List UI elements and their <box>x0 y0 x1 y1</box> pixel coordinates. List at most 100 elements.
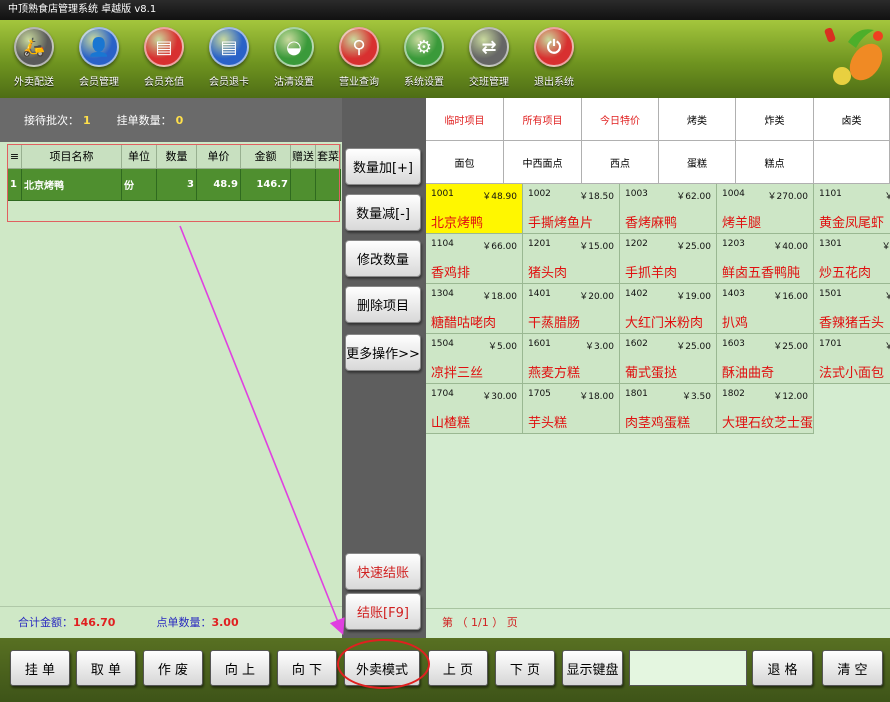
category-tab[interactable]: 所有项目 <box>504 98 582 141</box>
toolbar-button-5[interactable]: ⚲ 营业查询 <box>328 27 390 95</box>
keyboard-input[interactable] <box>629 650 747 686</box>
dish-tile[interactable]: 1002 ￥18.50 手撕烤鱼片 <box>523 184 620 234</box>
dish-tile[interactable]: 1301 ￥7.0 炒五花肉 <box>814 234 890 284</box>
dish-tile[interactable]: 1101 ￥58 黄金凤尾虾 <box>814 184 890 234</box>
dish-tile[interactable]: 1001 ￥48.90 北京烤鸭 <box>426 184 523 234</box>
category-tab[interactable]: 烤类 <box>659 98 736 141</box>
more-ops-button[interactable]: 更多操作>> <box>345 334 421 371</box>
toolbar-button-3[interactable]: ▤ 会员退卡 <box>198 27 260 95</box>
dish-tile[interactable]: 1401 ￥20.00 干蒸腊肠 <box>523 284 620 334</box>
dish-price: ￥3.50 <box>681 392 711 402</box>
dish-code: 1704 <box>431 389 454 399</box>
prev-page-button[interactable]: 上 页 <box>428 650 488 686</box>
toolbar-button-0[interactable]: 🛵 外卖配送 <box>3 27 65 95</box>
backspace-button[interactable]: 退 格 <box>752 650 813 686</box>
magnifier-icon: ⚲ <box>339 27 379 67</box>
toolbar-label: 沽清设置 <box>274 77 314 88</box>
dish-code: 1401 <box>528 289 551 299</box>
qty-plus-button[interactable]: 数量加[+] <box>345 148 421 185</box>
dish-code: 1701 <box>819 339 842 349</box>
dish-tile[interactable]: 1403 ￥16.00 扒鸡 <box>717 284 814 334</box>
dish-tile[interactable]: 1004 ￥270.00 烤羊腿 <box>717 184 814 234</box>
quick-checkout-button[interactable]: 快速结账 <box>345 553 421 590</box>
dish-price: ￥30.00 <box>482 392 517 402</box>
column-header: 项目名称 <box>21 144 122 169</box>
qty-minus-button[interactable]: 数量减[-] <box>345 194 421 231</box>
dish-tile[interactable]: 1801 ￥3.50 肉茎鸡蛋糕 <box>620 384 717 434</box>
toolbar-button-7[interactable]: ⇄ 交班管理 <box>458 27 520 95</box>
category-tab[interactable]: 卤类 <box>814 98 890 141</box>
card-minus-icon: ▤ <box>209 27 249 67</box>
show-keyboard-button[interactable]: 显示键盘 <box>562 650 623 686</box>
dish-tile[interactable]: 1603 ￥25.00 酥油曲奇 <box>717 334 814 384</box>
category-tab[interactable]: 中西面点 <box>504 141 582 184</box>
category-tab[interactable]: 面包 <box>426 141 504 184</box>
dish-code: 1304 <box>431 289 454 299</box>
dish-name: 大理石纹芝士蛋糕 <box>722 416 814 431</box>
dish-tile[interactable]: 1501 ￥29 香辣猪舌头 <box>814 284 890 334</box>
category-tab[interactable] <box>814 141 890 184</box>
dish-tile[interactable]: 1802 ￥12.00 大理石纹芝士蛋糕 <box>717 384 814 434</box>
dish-tile[interactable]: 1705 ￥18.00 芋头糕 <box>523 384 620 434</box>
takeout-mode-button[interactable]: 外卖模式 <box>344 650 420 686</box>
dish-price: ￥5.00 <box>487 342 517 352</box>
next-page-button[interactable]: 下 页 <box>495 650 555 686</box>
toolbar-button-8[interactable]: ⏻ 退出系统 <box>523 27 585 95</box>
edit-qty-button[interactable]: 修改数量 <box>345 240 421 277</box>
checkout-button[interactable]: 结账[F9] <box>345 593 421 630</box>
dish-name: 扒鸡 <box>722 316 749 331</box>
dish-tile[interactable]: 1701 ￥12 法式小面包 <box>814 334 890 384</box>
total-label: 合计金额： <box>18 616 73 629</box>
toolbar-label: 系统设置 <box>404 77 444 88</box>
retrieve-order-button[interactable]: 取 单 <box>76 650 136 686</box>
dish-tile[interactable]: 1104 ￥66.00 香鸡排 <box>426 234 523 284</box>
toolbar-button-2[interactable]: ▤ 会员充值 <box>133 27 195 95</box>
category-tab[interactable]: 糕点 <box>736 141 814 184</box>
move-up-button[interactable]: 向 上 <box>210 650 270 686</box>
dish-tile[interactable]: 1602 ￥25.00 葡式蛋挞 <box>620 334 717 384</box>
dish-tile[interactable]: 1704 ￥30.00 山楂糕 <box>426 384 523 434</box>
column-header: 单位 <box>121 144 157 169</box>
dish-price: ￥66.00 <box>482 242 517 252</box>
dish-price: ￥7.0 <box>881 242 890 252</box>
hold-count-value: 0 <box>175 113 184 127</box>
category-tab[interactable]: 今日特价 <box>582 98 659 141</box>
category-tab[interactable]: 西点 <box>582 141 659 184</box>
category-tab[interactable]: 炸类 <box>736 98 814 141</box>
dish-name: 香辣猪舌头 <box>819 316 885 331</box>
order-table: ≡ 项目名称 单位 数量 单价 金额 赠送 套菜 1 北京烤鸭份 3 48.9 146.7 <box>7 144 341 201</box>
toolbar-label: 会员充值 <box>144 77 184 88</box>
category-tab[interactable]: 蛋糕 <box>659 141 736 184</box>
clear-button[interactable]: 清 空 <box>822 650 883 686</box>
dish-tile[interactable]: 1402 ￥19.00 大红门米粉肉 <box>620 284 717 334</box>
dish-tile[interactable]: 1504 ￥5.00 凉拌三丝 <box>426 334 523 384</box>
dish-tile[interactable]: 1304 ￥18.00 糖醋咕咾肉 <box>426 284 523 334</box>
dish-tile[interactable]: 1202 ￥25.00 手抓羊肉 <box>620 234 717 284</box>
toolbar-label: 会员退卡 <box>209 77 249 88</box>
toolbar-button-6[interactable]: ⚙ 系统设置 <box>393 27 455 95</box>
toolbar-label: 会员管理 <box>79 77 119 88</box>
order-cell-gift <box>290 168 316 201</box>
dish-price: ￥25.00 <box>676 242 711 252</box>
hang-order-button[interactable]: 挂 单 <box>10 650 70 686</box>
dish-code: 1104 <box>431 239 454 249</box>
dish-name: 燕麦方糕 <box>528 366 581 381</box>
delete-item-button[interactable]: 删除项目 <box>345 286 421 323</box>
dish-code: 1501 <box>819 289 842 299</box>
order-row[interactable]: 1 北京烤鸭份 3 48.9 146.7 <box>7 168 341 201</box>
dish-tile[interactable]: 1601 ￥3.00 燕麦方糕 <box>523 334 620 384</box>
dish-name: 酥油曲奇 <box>722 366 775 381</box>
dish-tile[interactable]: 1003 ￥62.00 香烤麻鸭 <box>620 184 717 234</box>
toolbar-button-1[interactable]: 👤 会员管理 <box>68 27 130 95</box>
move-down-button[interactable]: 向 下 <box>277 650 337 686</box>
dish-code: 1101 <box>819 189 842 199</box>
toolbar-label: 退出系统 <box>534 77 574 88</box>
dish-code: 1402 <box>625 289 648 299</box>
toolbar-button-4[interactable]: ◒ 沽清设置 <box>263 27 325 95</box>
dish-price: ￥58 <box>885 189 890 202</box>
dish-price: ￥25.00 <box>773 342 808 352</box>
void-button[interactable]: 作 废 <box>143 650 203 686</box>
dish-tile[interactable]: 1203 ￥40.00 鲜卤五香鸭肫 <box>717 234 814 284</box>
dish-tile[interactable]: 1201 ￥15.00 猪头肉 <box>523 234 620 284</box>
category-tab[interactable]: 临时项目 <box>426 98 504 141</box>
